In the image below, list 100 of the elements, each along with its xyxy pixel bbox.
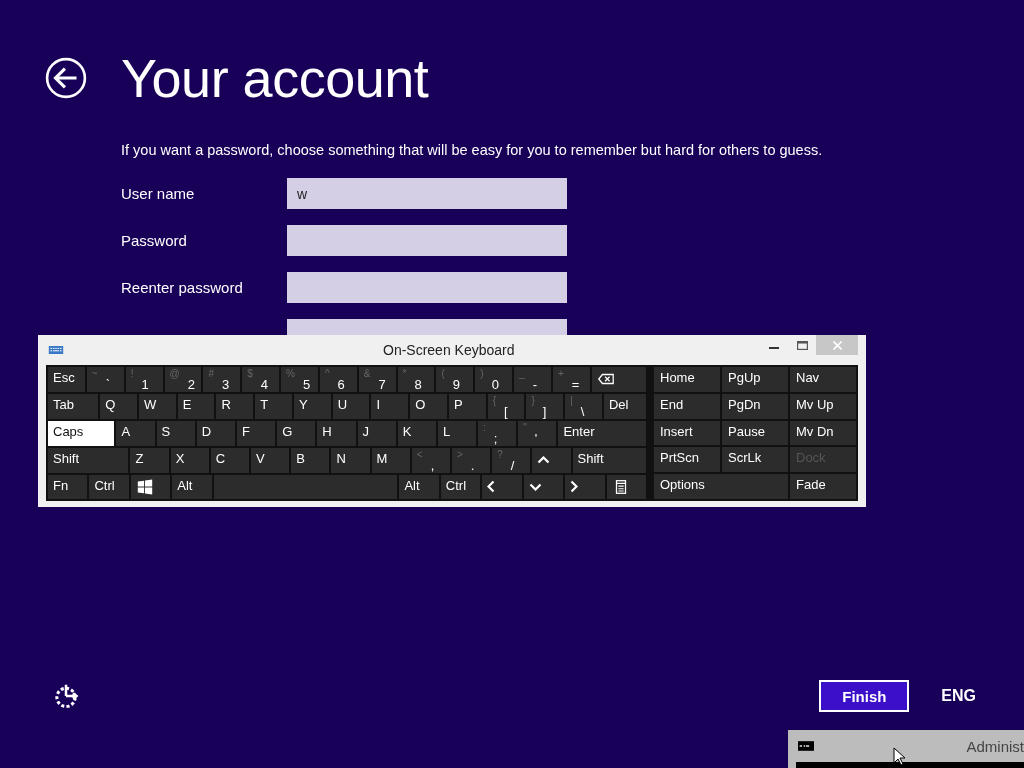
keyboard-key[interactable] (523, 475, 564, 499)
keyboard-key[interactable]: Del (603, 394, 646, 419)
field-label: Password (121, 232, 188, 249)
back-icon[interactable] (45, 57, 87, 99)
keyboard-key[interactable]: + = (552, 367, 590, 392)
keyboard-key[interactable]: Home (654, 367, 720, 392)
windows-logo-icon (135, 478, 154, 496)
ease-of-access-icon[interactable] (52, 682, 80, 710)
instruction-text: If you want a password, choose something that will be easy for you to remember but hard for others to guess. (121, 142, 824, 158)
keyboard-key[interactable]: _ - (514, 367, 551, 392)
language-indicator[interactable]: ENG (941, 687, 976, 705)
keyboard-key[interactable]: J (357, 421, 396, 446)
keyboard-key[interactable]: Esc (48, 367, 85, 392)
keyboard-key[interactable]: ScrLk (722, 447, 788, 473)
keyboard-key[interactable]: H (317, 421, 356, 446)
keyboard-key[interactable]: % 5 (281, 367, 318, 392)
keyboard-key[interactable]: R (216, 394, 254, 419)
caret-down-icon (528, 483, 542, 491)
keyboard-key[interactable]: L (437, 421, 477, 446)
keyboard-key[interactable]: # 3 (203, 367, 241, 392)
keyboard-key[interactable]: F (236, 421, 276, 446)
keyboard-key[interactable]: W (138, 394, 176, 419)
keyboard-key[interactable]: Shift (572, 448, 646, 473)
keyboard-key[interactable]: S (156, 421, 195, 446)
keyboard-key[interactable]: Insert (654, 420, 720, 446)
keyboard-key[interactable]: Mv Dn (790, 420, 856, 446)
keyboard-key[interactable]: Enter (558, 421, 646, 446)
keyboard-key[interactable] (606, 475, 647, 499)
keyboard-key[interactable]: @ 2 (164, 367, 202, 392)
keyboard-key[interactable]: End (654, 393, 720, 419)
keyboard-key[interactable]: C (210, 448, 250, 473)
keyboard-key[interactable]: $ 4 (242, 367, 280, 392)
keyboard-key[interactable]: Caps (48, 421, 115, 446)
keyboard-key[interactable]: ^ 6 (319, 367, 357, 392)
mouse-pointer-icon (893, 747, 907, 767)
keyboard-key[interactable]: ? / (492, 448, 531, 473)
keyboard-key[interactable]: N (331, 448, 370, 473)
keyboard-key[interactable]: * 8 (397, 367, 435, 392)
keyboard-key[interactable]: E (177, 394, 215, 419)
input-field[interactable] (287, 225, 567, 256)
keyboard-key[interactable]: G (277, 421, 316, 446)
keyboard-key[interactable]: Pause (722, 420, 788, 446)
keyboard-key[interactable]: } ] (526, 394, 564, 419)
keyboard-key[interactable]: ~ ` (86, 367, 124, 392)
keyboard-key[interactable]: : ; (478, 421, 517, 446)
keyboard-key[interactable]: PgUp (722, 367, 788, 392)
field-label: User name (121, 185, 196, 202)
keyboard-key[interactable]: Tab (48, 394, 99, 419)
keyboard-key[interactable]: O (410, 394, 447, 419)
keyboard-key[interactable]: Shift (48, 448, 129, 473)
keyboard-key[interactable]: D (196, 421, 235, 446)
keyboard-key[interactable]: { [ (487, 394, 525, 419)
keyboard-key[interactable] (482, 475, 522, 499)
keyboard-key[interactable]: U (332, 394, 370, 419)
close-icon (832, 340, 842, 350)
keyboard-key[interactable]: Nav (790, 367, 856, 392)
keyboard-key[interactable] (565, 475, 605, 499)
keyboard-key[interactable]: Alt (172, 475, 212, 499)
keyboard-key[interactable]: Ctrl (440, 475, 481, 499)
keyboard-key[interactable]: M (371, 448, 410, 473)
caret-left-icon (487, 480, 496, 493)
window-title: On-Screen Keyboard (383, 342, 515, 358)
caret-right-icon (570, 480, 579, 493)
keyboard-key[interactable]: Q (100, 394, 137, 419)
maximize-icon (796, 340, 808, 350)
keyboard-key[interactable]: Fade (790, 474, 856, 499)
keyboard-key[interactable]: Fn (48, 475, 88, 499)
window-title: Administ (966, 737, 1024, 755)
keyboard-key[interactable] (532, 448, 571, 473)
keyboard-key[interactable]: A (116, 421, 155, 446)
input-field[interactable]: w (287, 178, 567, 209)
keyboard-key[interactable]: K (397, 421, 436, 446)
keyboard-key[interactable] (591, 367, 647, 392)
keyboard-key[interactable]: Y (293, 394, 331, 419)
keyboard-key[interactable]: < , (411, 448, 450, 473)
keyboard-key[interactable]: B (291, 448, 330, 473)
keyboard-key[interactable]: ) 0 (475, 367, 513, 392)
keyboard-key[interactable]: Ctrl (89, 475, 129, 499)
finish-button[interactable]: Finish (819, 680, 910, 712)
keyboard-key[interactable]: I (371, 394, 409, 419)
keyboard-key[interactable]: | \ (565, 394, 602, 419)
keyboard-key[interactable]: P (448, 394, 486, 419)
keyboard-key[interactable]: ( 9 (436, 367, 474, 392)
keyboard-key[interactable]: & 7 (358, 367, 396, 392)
keyboard-key[interactable] (130, 475, 171, 499)
input-field[interactable] (287, 272, 567, 303)
keyboard-key[interactable]: PrtScn (654, 447, 720, 473)
keyboard-key[interactable]: PgDn (722, 393, 788, 419)
keyboard-key[interactable]: Options (654, 474, 788, 499)
keyboard-key[interactable]: V (251, 448, 290, 473)
page-title: Your account (121, 47, 429, 109)
keyboard-key[interactable]: Alt (399, 475, 439, 499)
keyboard-key[interactable]: Z (130, 448, 169, 473)
keyboard-key[interactable]: X (170, 448, 209, 473)
keyboard-key[interactable]: ! 1 (125, 367, 163, 392)
keyboard-key[interactable]: Mv Up (790, 393, 856, 419)
keyboard-key[interactable]: > . (451, 448, 491, 473)
keyboard-key[interactable]: T (255, 394, 292, 419)
command-prompt-icon (798, 741, 814, 751)
keyboard-key[interactable]: " ' (518, 421, 557, 446)
